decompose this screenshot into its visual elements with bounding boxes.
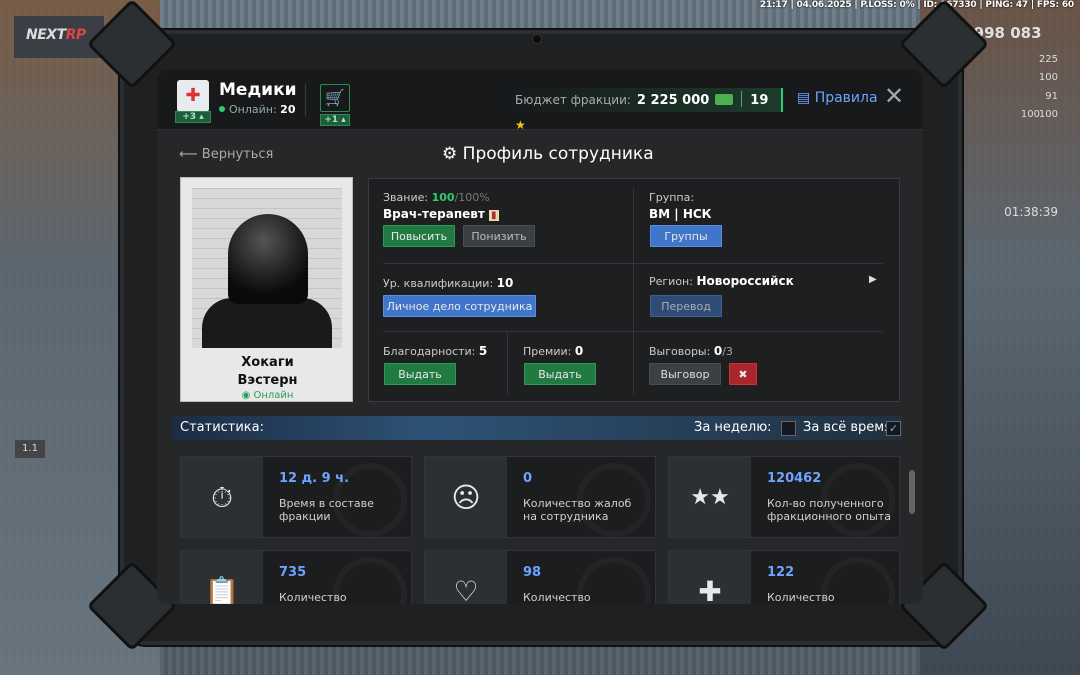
status-topbar: 21:17 | 04.06.2025 | P.LOSS: 0% | ID: 16… bbox=[759, 0, 1074, 10]
warning-button[interactable]: Выговор bbox=[649, 363, 721, 385]
demote-button[interactable]: Понизить bbox=[463, 225, 535, 247]
mugshot-image bbox=[192, 188, 342, 348]
promote-button[interactable]: Повысить bbox=[383, 225, 455, 247]
cursor-icon: ▶ bbox=[869, 274, 877, 285]
notification-badge: +3 ▴ bbox=[175, 111, 211, 123]
heartbeat-icon: ♡ bbox=[425, 551, 507, 604]
user-remove-icon: ✖ bbox=[738, 368, 748, 381]
stat-card: ♡ 98 Количество bbox=[424, 550, 656, 604]
tablet-screen: ✚ +3 ▴ Медики Онлайн: 20 🛒 +1 ▴ Бюджет ф… bbox=[157, 70, 923, 604]
rules-link[interactable]: ▤ Правила bbox=[797, 90, 878, 106]
clipboard-icon: 📋 bbox=[181, 551, 263, 604]
stat-card: ★★ 120462 Кол-во полученного фракционног… bbox=[668, 456, 900, 538]
cart-button[interactable]: 🛒 bbox=[320, 84, 350, 112]
star-icon: ★ bbox=[515, 118, 526, 132]
server-logo: NEXTRP bbox=[14, 16, 104, 58]
give-bonus-button[interactable]: Выдать bbox=[524, 363, 596, 385]
stat-card: 📋 735 Количество bbox=[180, 550, 412, 604]
personal-file-button[interactable]: Личное дело сотрудника bbox=[383, 295, 536, 317]
bonus-label: Премии: 0 bbox=[523, 344, 584, 358]
online-dot-icon bbox=[219, 106, 225, 112]
document-icon: ▤ bbox=[797, 90, 811, 106]
medkit-icon: ✚ bbox=[669, 551, 751, 604]
employee-photo-card: Хокаги Вэстерн ◉ Онлайн bbox=[180, 177, 353, 402]
employee-online-status: ◉ Онлайн bbox=[241, 390, 294, 401]
hud-stat: 100 bbox=[1038, 72, 1058, 83]
stat-card: ☹ 0 Количество жалоб на сотрудника bbox=[424, 456, 656, 538]
online-status: Онлайн: 20 bbox=[219, 103, 295, 116]
tablet-camera bbox=[532, 34, 542, 44]
arrow-left-icon: ⟵ bbox=[179, 147, 198, 162]
gear-icon: ⚙ bbox=[442, 144, 458, 164]
cart-badge: +1 ▴ bbox=[320, 114, 350, 126]
week-checkbox[interactable] bbox=[781, 421, 796, 436]
faction-header: ✚ +3 ▴ Медики Онлайн: 20 🛒 +1 ▴ Бюджет ф… bbox=[157, 70, 923, 132]
back-button[interactable]: ⟵ Вернуться bbox=[179, 147, 273, 162]
scrollbar[interactable] bbox=[909, 470, 915, 514]
side-value: 1.1 bbox=[15, 440, 45, 458]
give-thanks-button[interactable]: Выдать bbox=[384, 363, 456, 385]
group-value: ВМ | НСК bbox=[649, 207, 712, 221]
stat-card: ✚ 122 Количество bbox=[668, 550, 900, 604]
close-button[interactable]: ✕ bbox=[884, 84, 904, 108]
group-label: Группа: bbox=[649, 191, 695, 204]
hud-stat: 91 bbox=[1045, 91, 1058, 102]
transfer-button[interactable]: Перевод bbox=[650, 295, 722, 317]
all-time-checkbox[interactable]: ✓ bbox=[886, 421, 901, 436]
faction-name: Медики bbox=[219, 80, 297, 100]
employee-name: Хокаги Вэстерн bbox=[237, 355, 298, 388]
complaint-icon: ☹ bbox=[425, 457, 507, 537]
employee-info-panel: Звание: 100/100% Врач-терапевт ▮ Повысит… bbox=[368, 178, 900, 402]
stat-card: ⏱ 12 д. 9 ч. Время в составе фракции bbox=[180, 456, 412, 538]
groups-button[interactable]: Группы bbox=[650, 225, 722, 247]
book-icon: ▮ bbox=[489, 210, 499, 221]
hud-stat: 100 bbox=[1038, 109, 1058, 120]
statistics-bar: Статистика: За неделю: За всё время: ✓ bbox=[172, 416, 902, 440]
qualification-label: Ур. квалификации: 10 bbox=[383, 276, 514, 290]
hospital-icon: ✚ bbox=[177, 80, 209, 112]
warnings-label: Выговоры: 0/3 bbox=[649, 344, 733, 358]
remove-warning-button[interactable]: ✖ bbox=[729, 363, 757, 385]
divider bbox=[305, 84, 306, 116]
hud-timer: 01:38:39 bbox=[1004, 205, 1058, 219]
stopwatch-icon: ⏱ bbox=[181, 457, 263, 537]
exp-icon: ★★ bbox=[669, 457, 751, 537]
page-title: ⚙ Профиль сотрудника bbox=[442, 144, 654, 164]
region-label: Регион: Новороссийск bbox=[649, 274, 794, 288]
thanks-label: Благодарности: 5 bbox=[383, 344, 488, 358]
rank-name: Врач-терапевт ▮ bbox=[383, 207, 499, 221]
cash-icon bbox=[715, 94, 734, 105]
cart-icon: 🛒 bbox=[325, 88, 345, 107]
faction-budget: Бюджет фракции: 2 225 000 19 ★ bbox=[503, 88, 783, 132]
close-icon: ✕ bbox=[884, 82, 905, 110]
rank-label: Звание: 100/100% bbox=[383, 191, 490, 204]
